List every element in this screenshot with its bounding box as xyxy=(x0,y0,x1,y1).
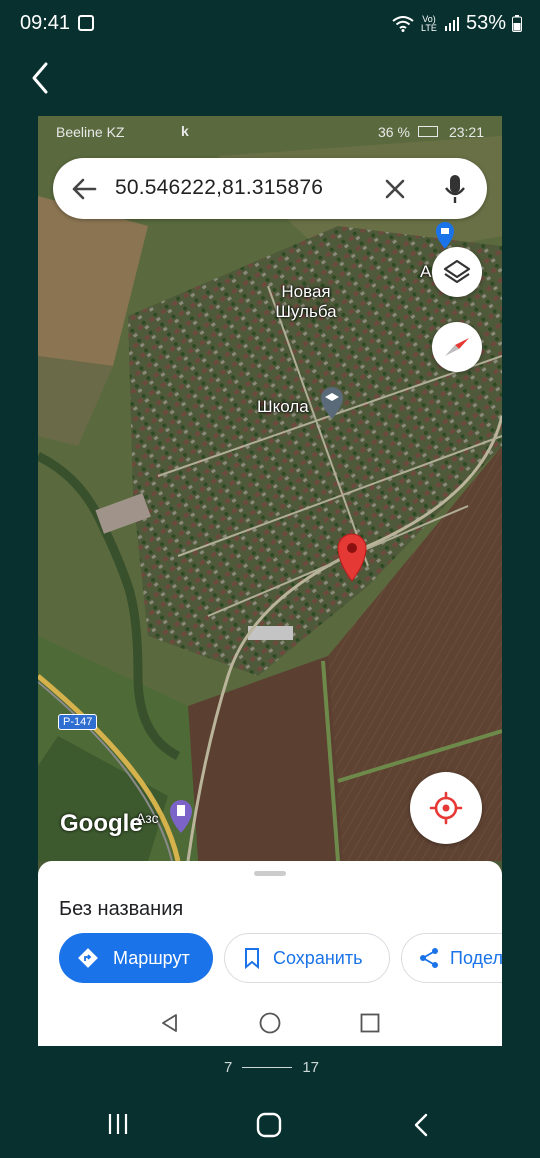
search-bar[interactable]: 50.546222,81.315876 xyxy=(53,158,487,219)
save-button[interactable]: Сохранить xyxy=(224,933,390,983)
compass-button[interactable] xyxy=(432,322,482,372)
share-button[interactable]: Подел xyxy=(401,933,502,983)
pager-current: 7 xyxy=(224,1059,233,1076)
share-label: Подел xyxy=(450,947,502,968)
share-icon xyxy=(420,948,438,968)
status-bar: 09:41 Vo) LTE 53% xyxy=(0,0,540,48)
inner-status-bar: Beeline KZ k 36 % 23:21 xyxy=(38,116,502,146)
location-pin-icon[interactable] xyxy=(335,532,369,582)
location-target-icon xyxy=(429,791,463,825)
road-badge: P-147 xyxy=(58,714,98,730)
place-title: Без названия xyxy=(59,898,184,920)
battery-percent: 53% xyxy=(465,12,506,34)
recents-nav-icon[interactable] xyxy=(106,1112,130,1136)
village-label: Новая Шульба xyxy=(275,282,337,321)
google-attribution: Google xyxy=(60,810,143,837)
shopping-poi-icon[interactable] xyxy=(434,220,456,250)
inner-k-icon: k xyxy=(181,123,189,139)
gas-station-poi-icon[interactable] xyxy=(168,798,194,834)
status-right: Vo) LTE 53% xyxy=(392,12,522,35)
my-location-button[interactable] xyxy=(410,772,482,844)
pager-divider xyxy=(242,1067,293,1068)
school-poi-icon[interactable] xyxy=(319,386,345,420)
school-label: Школа xyxy=(257,397,309,416)
inner-back-nav-icon[interactable] xyxy=(158,1011,182,1035)
layers-button[interactable] xyxy=(432,247,482,297)
route-label: Маршрут xyxy=(113,947,190,968)
directions-icon xyxy=(78,948,98,968)
inner-home-nav-icon[interactable] xyxy=(258,1011,282,1035)
poi-a-label: А xyxy=(420,262,432,281)
wifi-icon xyxy=(392,15,414,32)
satellite-map[interactable] xyxy=(38,116,502,861)
back-nav-icon[interactable] xyxy=(410,1112,434,1138)
place-sheet: Без названия Маршрут Сохранить Подел xyxy=(38,861,502,1046)
inner-battery-icon xyxy=(418,126,438,137)
compass-icon xyxy=(445,338,469,356)
inner-time: 23:21 xyxy=(448,124,484,140)
arrow-back-icon[interactable] xyxy=(71,176,97,202)
inner-recents-nav-icon[interactable] xyxy=(358,1011,382,1035)
back-button[interactable] xyxy=(24,56,60,100)
navigation-bar xyxy=(0,1100,540,1150)
bookmark-icon xyxy=(245,948,259,969)
pager-total: 17 xyxy=(302,1059,320,1076)
image-notification-icon xyxy=(78,15,94,31)
screenshot-frame: Beeline KZ k 36 % 23:21 50.546222,81.315… xyxy=(38,116,502,1046)
home-nav-icon[interactable] xyxy=(256,1112,282,1138)
close-icon[interactable] xyxy=(383,177,407,201)
route-button[interactable]: Маршрут xyxy=(59,933,213,983)
inner-battery: 36 % xyxy=(378,124,410,140)
signal-icon xyxy=(444,16,459,31)
status-time: 09:41 xyxy=(20,12,71,34)
volte-indicator: Vo) LTE xyxy=(421,13,437,33)
search-query[interactable]: 50.546222,81.315876 xyxy=(115,176,323,200)
image-pager: 7 17 xyxy=(224,1059,319,1076)
save-label: Сохранить xyxy=(273,947,363,968)
layers-icon xyxy=(443,259,471,284)
sheet-drag-handle[interactable] xyxy=(254,871,286,876)
microphone-icon[interactable] xyxy=(445,174,465,204)
carrier-name: Beeline KZ xyxy=(56,124,125,140)
battery-icon xyxy=(512,15,522,32)
